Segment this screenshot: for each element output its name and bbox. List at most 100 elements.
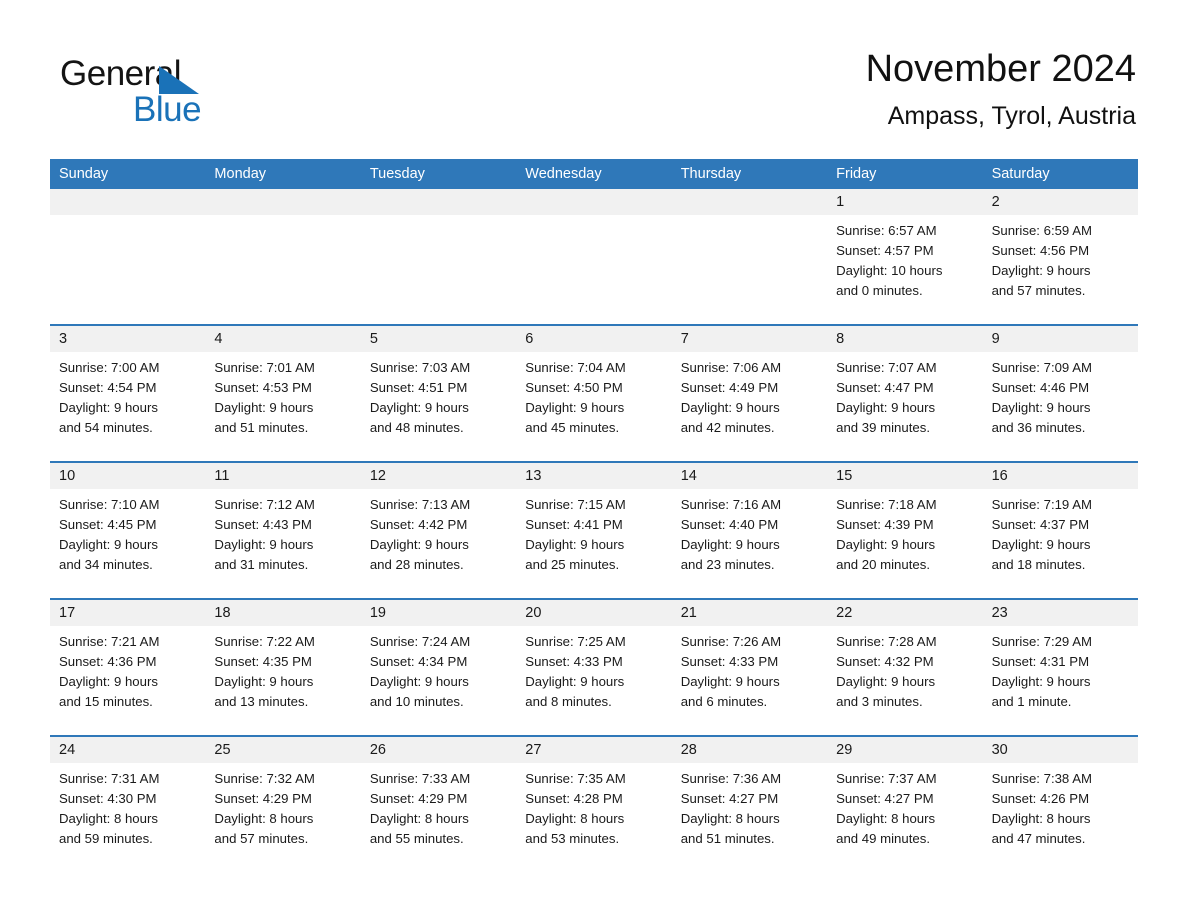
day-number[interactable]: 8: [827, 326, 982, 352]
daylight-text: Daylight: 8 hours: [991, 811, 1091, 826]
daylight-text: Daylight: 9 hours: [369, 400, 469, 415]
day-number[interactable]: 25: [205, 737, 360, 763]
day-cell[interactable]: Sunrise: 7:36 AM Sunset: 4:27 PM Daylight:…: [672, 763, 827, 872]
day-number[interactable]: 9: [983, 326, 1138, 352]
day-number[interactable]: 29: [827, 737, 982, 763]
day-cell[interactable]: Sunrise: 7:01 AM Sunset: 4:53 PM Daylight:…: [205, 352, 360, 461]
day-number[interactable]: 27: [516, 737, 671, 763]
week-day-number-band: 17 18 19 20 21 22 23: [50, 600, 1138, 626]
day-cell[interactable]: Sunrise: 7:29 AM Sunset: 4:31 PM Daylight:…: [983, 626, 1138, 735]
day-cell[interactable]: Sunrise: 7:13 AM Sunset: 4:42 PM Daylight:…: [361, 489, 516, 598]
sunrise-text: Sunrise: 7:00 AM: [59, 360, 160, 375]
day-number[interactable]: 15: [827, 463, 982, 489]
day-number[interactable]: 18: [205, 600, 360, 626]
daylight-text: Daylight: 9 hours: [525, 537, 625, 552]
sunset-text: Sunset: 4:57 PM: [836, 243, 934, 258]
sunset-text: Sunset: 4:34 PM: [369, 654, 468, 669]
day-cell[interactable]: Sunrise: 7:21 AM Sunset: 4:36 PM Daylight:…: [50, 626, 205, 735]
day-cell[interactable]: Sunrise: 7:10 AM Sunset: 4:45 PM Daylight:…: [50, 489, 205, 598]
day-cell[interactable]: Sunrise: 7:19 AM Sunset: 4:37 PM Daylight:…: [983, 489, 1138, 598]
day-cell[interactable]: Sunrise: 7:22 AM Sunset: 4:35 PM Daylight:…: [205, 626, 360, 735]
day-cell[interactable]: Sunrise: 7:03 AM Sunset: 4:51 PM Daylight:…: [361, 352, 516, 461]
day-number[interactable]: 16: [983, 463, 1138, 489]
sunset-text: Sunset: 4:43 PM: [214, 517, 312, 532]
day-number[interactable]: 14: [672, 463, 827, 489]
day-cell[interactable]: Sunrise: 7:00 AM Sunset: 4:54 PM Daylight:…: [50, 352, 205, 461]
day-number[interactable]: 10: [50, 463, 205, 489]
day-cell[interactable]: Sunrise: 7:28 AM Sunset: 4:32 PM Daylight:…: [827, 626, 982, 735]
day-cell[interactable]: Sunrise: 7:24 AM Sunset: 4:34 PM Daylight:…: [361, 626, 516, 735]
day-cell[interactable]: Sunrise: 7:31 AM Sunset: 4:30 PM Daylight:…: [50, 763, 205, 872]
day-cell[interactable]: Sunrise: 7:25 AM Sunset: 4:33 PM Daylight:…: [516, 626, 671, 735]
day-cell[interactable]: Sunrise: 7:35 AM Sunset: 4:28 PM Daylight:…: [516, 763, 671, 872]
page-header: General Blue November 2024 Ampass, Tyrol…: [52, 46, 1136, 146]
page-title: November 2024: [865, 48, 1136, 90]
day-number[interactable]: 1: [827, 189, 982, 215]
daylight-text: Daylight: 9 hours: [59, 537, 158, 552]
day-number[interactable]: 26: [361, 737, 516, 763]
sunrise-text: Sunrise: 7:04 AM: [525, 360, 626, 375]
day-number[interactable]: 28: [672, 737, 827, 763]
sunrise-text: Sunrise: 7:37 AM: [836, 771, 937, 786]
sunrise-text: Sunrise: 7:12 AM: [214, 497, 315, 512]
day-number[interactable]: 4: [205, 326, 360, 352]
day-number[interactable]: 23: [983, 600, 1138, 626]
daylight-text-cont: and 15 minutes.: [59, 694, 153, 709]
day-number[interactable]: 19: [361, 600, 516, 626]
week-detail-band: Sunrise: 7:31 AM Sunset: 4:30 PM Daylight:…: [50, 763, 1138, 872]
sunrise-text: Sunrise: 7:36 AM: [680, 771, 782, 786]
sunrise-text: Sunrise: 7:38 AM: [991, 771, 1092, 786]
day-number[interactable]: 6: [516, 326, 671, 352]
day-number[interactable]: 13: [516, 463, 671, 489]
sunset-text: Sunset: 4:42 PM: [369, 517, 468, 532]
calendar-grid: Sunday Monday Tuesday Wednesday Thursday…: [50, 159, 1138, 872]
day-cell[interactable]: Sunrise: 7:12 AM Sunset: 4:43 PM Daylight:…: [205, 489, 360, 598]
daylight-text-cont: and 55 minutes.: [369, 831, 464, 846]
sunrise-text: Sunrise: 7:09 AM: [991, 360, 1092, 375]
day-number[interactable]: 21: [672, 600, 827, 626]
day-number[interactable]: 17: [50, 600, 205, 626]
day-cell[interactable]: Sunrise: 7:16 AM Sunset: 4:40 PM Daylight:…: [672, 489, 827, 598]
day-number[interactable]: 20: [516, 600, 671, 626]
day-cell[interactable]: Sunrise: 7:04 AM Sunset: 4:50 PM Daylight:…: [516, 352, 671, 461]
page-subtitle: Ampass, Tyrol, Austria: [887, 102, 1136, 130]
day-number[interactable]: 24: [50, 737, 205, 763]
day-number[interactable]: 3: [50, 326, 205, 352]
day-cell[interactable]: Sunrise: 6:59 AM Sunset: 4:56 PM Daylight:…: [983, 215, 1138, 324]
day-cell[interactable]: Sunrise: 7:37 AM Sunset: 4:27 PM Daylight:…: [827, 763, 982, 872]
daylight-text: Daylight: 9 hours: [369, 674, 469, 689]
day-cell-empty: [50, 215, 205, 324]
day-cell[interactable]: Sunrise: 7:33 AM Sunset: 4:29 PM Daylight:…: [361, 763, 516, 872]
general-blue-logo[interactable]: General Blue: [60, 54, 320, 138]
daylight-text-cont: and 34 minutes.: [59, 557, 153, 572]
daylight-text-cont: and 49 minutes.: [836, 831, 930, 846]
sunset-text: Sunset: 4:33 PM: [525, 654, 623, 669]
day-cell[interactable]: Sunrise: 7:26 AM Sunset: 4:33 PM Daylight:…: [672, 626, 827, 735]
daylight-text: Daylight: 8 hours: [680, 811, 780, 826]
day-number-empty: [672, 189, 827, 215]
daylight-text: Daylight: 9 hours: [214, 674, 314, 689]
day-number[interactable]: 30: [983, 737, 1138, 763]
sunrise-text: Sunrise: 7:03 AM: [369, 360, 471, 375]
week-detail-band: Sunrise: 7:10 AM Sunset: 4:45 PM Daylight:…: [50, 489, 1138, 598]
day-cell[interactable]: Sunrise: 7:18 AM Sunset: 4:39 PM Daylight:…: [827, 489, 982, 598]
day-number[interactable]: 11: [205, 463, 360, 489]
daylight-text-cont: and 10 minutes.: [369, 694, 464, 709]
day-cell[interactable]: Sunrise: 7:07 AM Sunset: 4:47 PM Daylight:…: [827, 352, 982, 461]
day-number[interactable]: 7: [672, 326, 827, 352]
sunset-text: Sunset: 4:56 PM: [991, 243, 1090, 258]
day-cell[interactable]: Sunrise: 7:06 AM Sunset: 4:49 PM Daylight:…: [672, 352, 827, 461]
day-cell[interactable]: Sunrise: 7:09 AM Sunset: 4:46 PM Daylight:…: [983, 352, 1138, 461]
day-number[interactable]: 5: [361, 326, 516, 352]
day-cell[interactable]: Sunrise: 7:38 AM Sunset: 4:26 PM Daylight:…: [983, 763, 1138, 872]
daylight-text: Daylight: 9 hours: [680, 537, 780, 552]
day-cell[interactable]: Sunrise: 6:57 AM Sunset: 4:57 PM Daylight:…: [827, 215, 982, 324]
day-number[interactable]: 12: [361, 463, 516, 489]
day-number[interactable]: 2: [983, 189, 1138, 215]
daylight-text-cont: and 51 minutes.: [214, 420, 309, 435]
daylight-text: Daylight: 9 hours: [680, 400, 780, 415]
day-cell[interactable]: Sunrise: 7:32 AM Sunset: 4:29 PM Daylight:…: [205, 763, 360, 872]
sunrise-text: Sunrise: 7:10 AM: [59, 497, 160, 512]
day-cell[interactable]: Sunrise: 7:15 AM Sunset: 4:41 PM Daylight:…: [516, 489, 671, 598]
day-number[interactable]: 22: [827, 600, 982, 626]
